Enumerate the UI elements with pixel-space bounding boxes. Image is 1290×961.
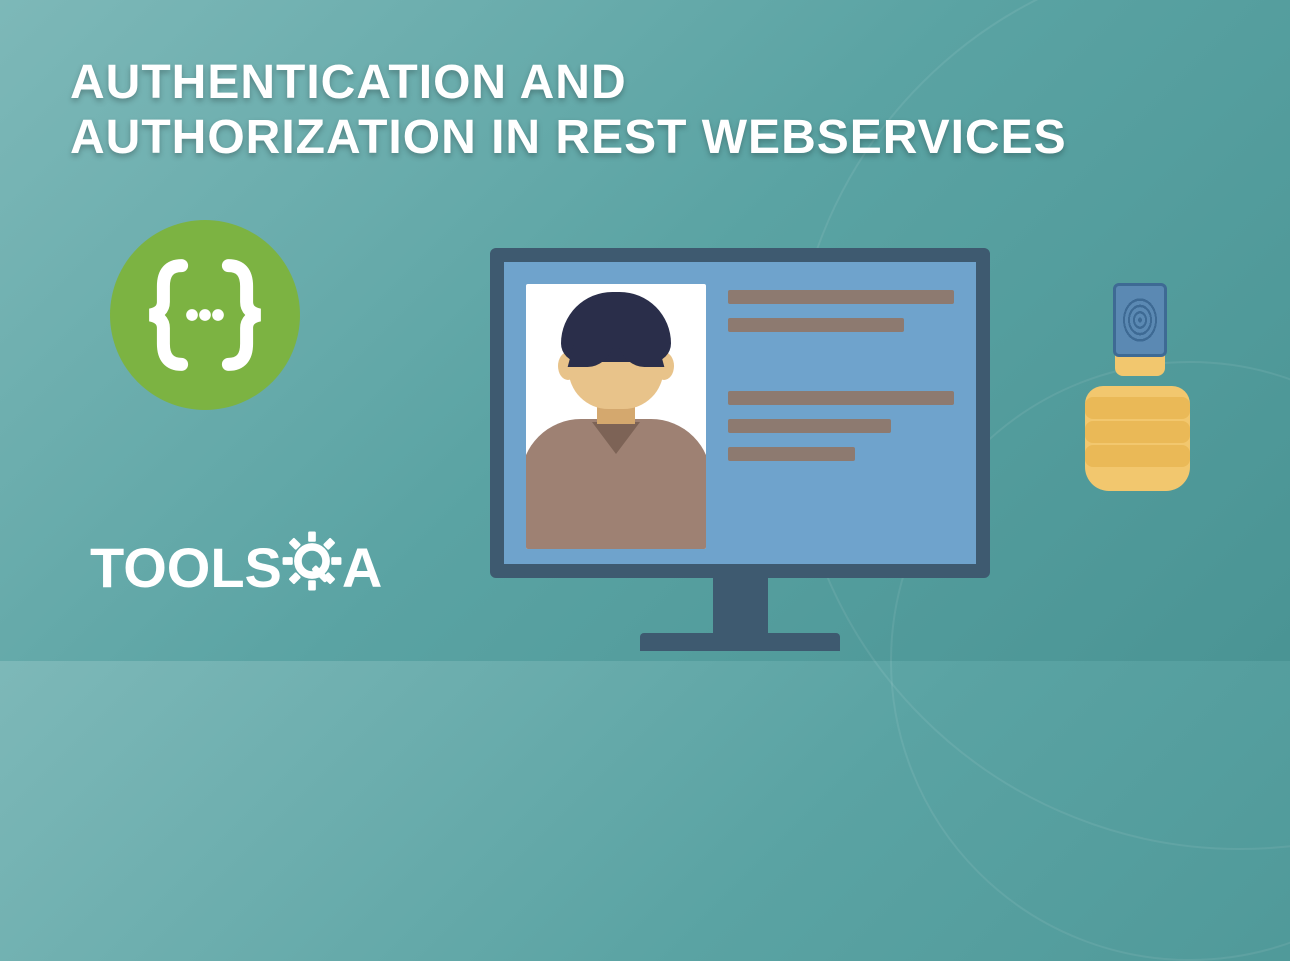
fingerprint-chip-icon [1113,283,1167,357]
monitor-stand-neck [713,578,768,633]
info-line [728,447,855,461]
monitor-stand-base [640,633,840,651]
avatar-hair [561,292,671,362]
finger [1085,421,1190,443]
profile-info-lines [728,284,954,542]
code-braces-badge-icon [110,220,300,410]
finger [1085,445,1190,467]
logo-text-after: A [342,535,382,600]
info-line [728,290,954,304]
hand [1085,386,1190,491]
page-title: AUTHENTICATION AND AUTHORIZATION IN REST… [70,55,1067,165]
fingerprint-icon [1122,297,1158,343]
monitor-screen [490,248,990,578]
finger [1085,397,1190,419]
profile-photo-card [526,284,706,549]
avatar-collar [592,422,640,454]
monitor-illustration [490,248,990,651]
thumb-fingerprint-illustration [1085,311,1205,491]
info-line [728,391,954,405]
title-line-1: AUTHENTICATION AND [70,56,627,109]
info-line [728,318,904,332]
toolsqa-logo: TOOLS A [90,529,382,606]
logo-text-before: TOOLS [90,535,282,600]
info-line [728,419,891,433]
gear-icon [280,529,344,606]
braces-icon [140,250,270,380]
title-line-2: AUTHORIZATION IN REST WEBSERVICES [70,111,1067,164]
